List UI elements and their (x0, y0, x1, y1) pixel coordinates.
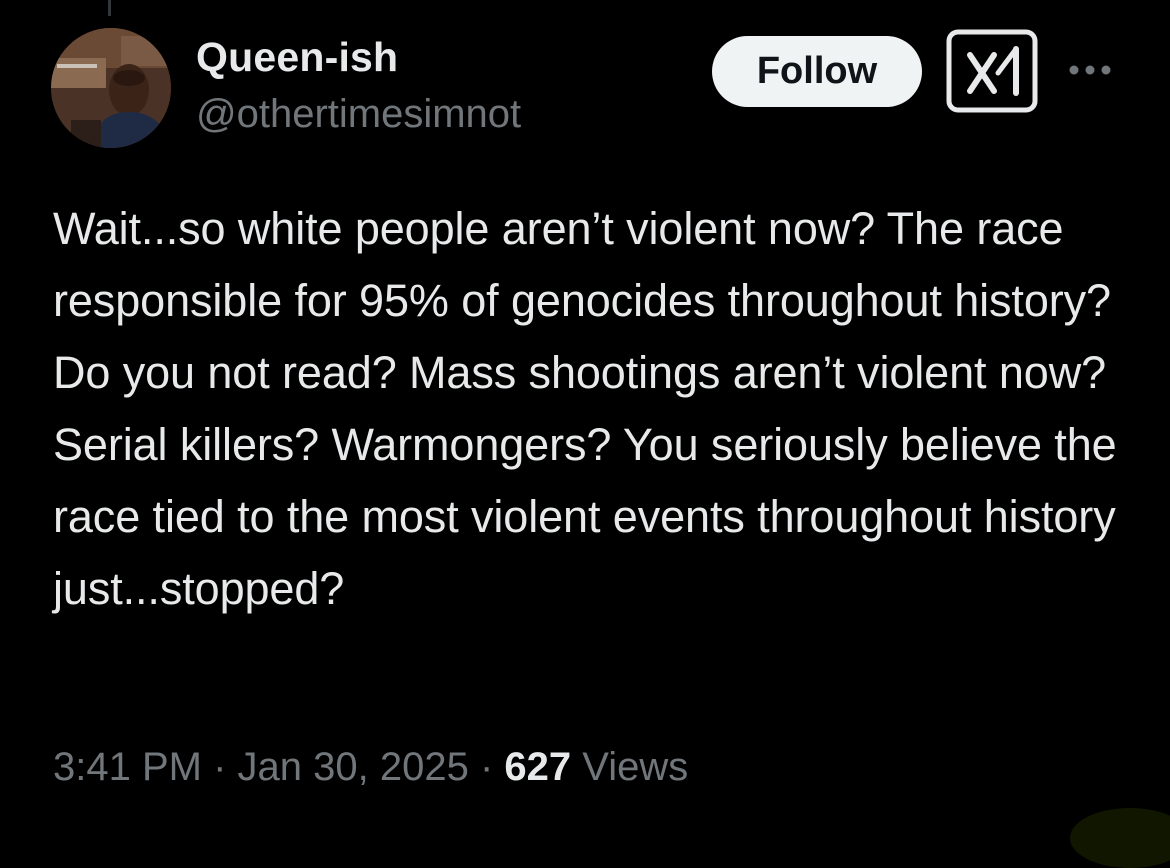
corner-decoration (1070, 808, 1170, 868)
tweet-body-text: Wait...so white people aren’t violent no… (53, 203, 1117, 614)
author-handle[interactable]: @othertimesimnot (196, 92, 521, 137)
grok-logo-icon (946, 29, 1038, 113)
grok-button[interactable] (946, 29, 1038, 113)
views-label: Views (582, 745, 689, 789)
tweet-meta: 3:41 PM · Jan 30, 2025 · 627 Views (53, 745, 688, 790)
tweet-date[interactable]: Jan 30, 2025 (238, 745, 469, 789)
more-horizontal-icon (1069, 65, 1111, 75)
views-count[interactable]: 627 (504, 745, 571, 789)
thread-connector-line (108, 0, 111, 16)
more-options-button[interactable] (1062, 48, 1118, 92)
author-display-name[interactable]: Queen-ish (196, 34, 398, 81)
meta-separator: · (468, 745, 505, 789)
avatar-image (51, 28, 171, 148)
avatar[interactable] (51, 28, 171, 148)
meta-separator: · (201, 745, 238, 789)
follow-button[interactable]: Follow (712, 36, 922, 107)
tweet-time[interactable]: 3:41 PM (53, 745, 202, 789)
